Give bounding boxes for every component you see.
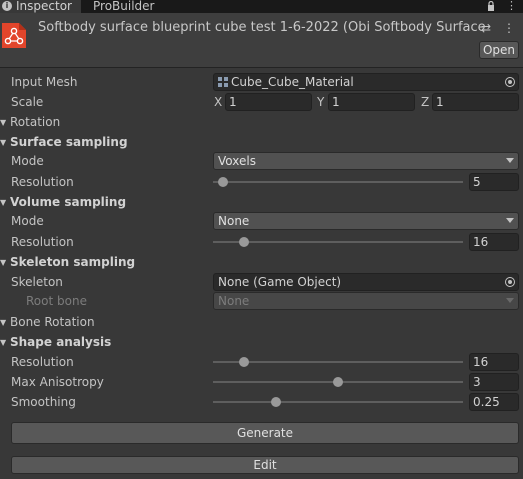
smoothing-slider[interactable] xyxy=(213,401,463,403)
tab-menu: ⋮ xyxy=(487,0,517,13)
skeleton-value: None (Game Object) xyxy=(218,275,342,289)
surface-mode-value: Voxels xyxy=(218,154,256,168)
shape-resolution-slider-thumb[interactable] xyxy=(239,357,250,367)
rotation-foldout[interactable]: ▼ Rotation xyxy=(0,112,523,132)
info-icon: i xyxy=(2,1,12,11)
root-bone-row: Root bone None xyxy=(0,291,523,311)
smoothing-row: Smoothing 0.25 xyxy=(0,392,523,412)
object-title: Softbody surface blueprint cube test 1-6… xyxy=(38,20,488,35)
root-bone-label: Root bone xyxy=(26,294,87,308)
skeleton-sampling-label: Skeleton sampling xyxy=(10,255,136,269)
volume-resolution-slider[interactable] xyxy=(213,241,463,243)
foldout-arrow-icon: ▼ xyxy=(0,338,7,347)
tab-inspector-label: Inspector xyxy=(16,0,72,13)
skeleton-label: Skeleton xyxy=(11,275,63,289)
lock-icon[interactable] xyxy=(487,1,495,11)
bone-rotation-label: Bone Rotation xyxy=(10,315,95,329)
scale-label: Scale xyxy=(11,95,44,109)
scale-x-field[interactable]: 1 xyxy=(225,93,312,111)
root-bone-value: None xyxy=(218,294,250,308)
scale-z-field[interactable]: 1 xyxy=(432,93,519,111)
foldout-arrow-icon: ▼ xyxy=(0,118,7,127)
volume-resolution-label: Resolution xyxy=(11,235,74,249)
skeleton-sampling-foldout[interactable]: ▼ Skeleton sampling xyxy=(0,252,523,272)
foldout-arrow-icon: ▼ xyxy=(0,318,7,327)
shape-resolution-label: Resolution xyxy=(11,355,74,369)
smoothing-slider-thumb[interactable] xyxy=(270,397,281,407)
volume-mode-row: Mode None xyxy=(0,211,523,231)
volume-resolution-row: Resolution 16 xyxy=(0,232,523,252)
surface-mode-dropdown[interactable]: Voxels xyxy=(213,152,519,170)
smoothing-field[interactable]: 0.25 xyxy=(469,393,519,411)
skeleton-field[interactable]: None (Game Object) xyxy=(213,273,519,291)
surface-mode-label: Mode xyxy=(11,154,44,168)
shape-analysis-foldout[interactable]: ▼ Shape analysis xyxy=(0,332,523,352)
surface-sampling-label: Surface sampling xyxy=(10,135,128,149)
object-picker-icon[interactable] xyxy=(505,77,515,87)
input-mesh-row: Input Mesh Cube_Cube_Material xyxy=(0,72,523,92)
preset-icon[interactable]: ⇄ xyxy=(481,21,491,35)
volume-mode-value: None xyxy=(218,214,250,228)
shape-resolution-slider[interactable] xyxy=(213,361,463,363)
tab-inspector[interactable]: i Inspector xyxy=(0,0,81,13)
max-anisotropy-slider-thumb[interactable] xyxy=(333,377,343,387)
surface-resolution-label: Resolution xyxy=(11,175,74,189)
volume-resolution-field[interactable]: 16 xyxy=(469,233,519,251)
scale-z-label: Z xyxy=(421,95,430,109)
surface-resolution-slider-thumb[interactable] xyxy=(218,177,228,187)
scale-x-label: X xyxy=(214,95,223,109)
volume-sampling-foldout[interactable]: ▼ Volume sampling xyxy=(0,192,523,212)
surface-resolution-field[interactable]: 5 xyxy=(469,173,519,191)
open-button[interactable]: Open xyxy=(479,41,519,59)
header-icons: ⇄ ⋮ xyxy=(481,21,517,35)
max-anisotropy-field[interactable]: 3 xyxy=(469,373,519,391)
shape-analysis-label: Shape analysis xyxy=(10,335,112,349)
input-mesh-label: Input Mesh xyxy=(11,75,78,89)
volume-mode-label: Mode xyxy=(11,214,44,228)
scale-y-field[interactable]: 1 xyxy=(328,93,415,111)
volume-resolution-slider-thumb[interactable] xyxy=(239,237,250,247)
bone-rotation-foldout[interactable]: ▼ Bone Rotation xyxy=(0,312,523,332)
scale-y-label: Y xyxy=(317,95,325,109)
volume-sampling-label: Volume sampling xyxy=(10,195,127,209)
object-picker-icon[interactable] xyxy=(505,277,515,287)
surface-mode-row: Mode Voxels xyxy=(0,151,523,171)
tab-probuilder[interactable]: ProBuilder xyxy=(85,0,175,13)
edit-button[interactable]: Edit xyxy=(11,456,519,474)
surface-sampling-foldout[interactable]: ▼ Surface sampling xyxy=(0,132,523,152)
foldout-arrow-icon: ▼ xyxy=(0,198,7,207)
skeleton-row: Skeleton None (Game Object) xyxy=(0,272,523,292)
max-anisotropy-row: Max Anisotropy 3 xyxy=(0,372,523,392)
shape-resolution-field[interactable]: 16 xyxy=(469,353,519,371)
surface-resolution-slider[interactable] xyxy=(213,181,463,183)
max-anisotropy-label: Max Anisotropy xyxy=(11,375,104,389)
surface-resolution-row: Resolution 5 xyxy=(0,172,523,192)
scale-row: Scale X 1 Y 1 Z 1 xyxy=(0,92,523,112)
generate-button[interactable]: Generate xyxy=(11,422,519,444)
foldout-arrow-icon: ▼ xyxy=(0,258,7,267)
kebab-menu-icon[interactable]: ⋮ xyxy=(503,21,515,35)
chevron-down-icon xyxy=(506,298,514,303)
obi-blueprint-icon xyxy=(2,23,26,48)
smoothing-label: Smoothing xyxy=(11,395,76,409)
volume-mode-dropdown[interactable]: None xyxy=(213,212,519,230)
tab-bar: i Inspector ProBuilder ⋮ xyxy=(0,0,523,13)
inspector-header: Softbody surface blueprint cube test 1-6… xyxy=(0,13,523,68)
shape-resolution-row: Resolution 16 xyxy=(0,352,523,372)
mesh-icon xyxy=(218,77,228,87)
chevron-down-icon xyxy=(506,158,514,163)
foldout-arrow-icon: ▼ xyxy=(0,138,7,147)
kebab-menu-icon[interactable]: ⋮ xyxy=(506,0,517,12)
chevron-down-icon xyxy=(506,218,514,223)
input-mesh-field[interactable]: Cube_Cube_Material xyxy=(213,73,519,91)
tab-probuilder-label: ProBuilder xyxy=(93,0,155,13)
input-mesh-value: Cube_Cube_Material xyxy=(231,75,354,89)
rotation-label: Rotation xyxy=(10,115,61,129)
root-bone-dropdown: None xyxy=(213,292,519,310)
